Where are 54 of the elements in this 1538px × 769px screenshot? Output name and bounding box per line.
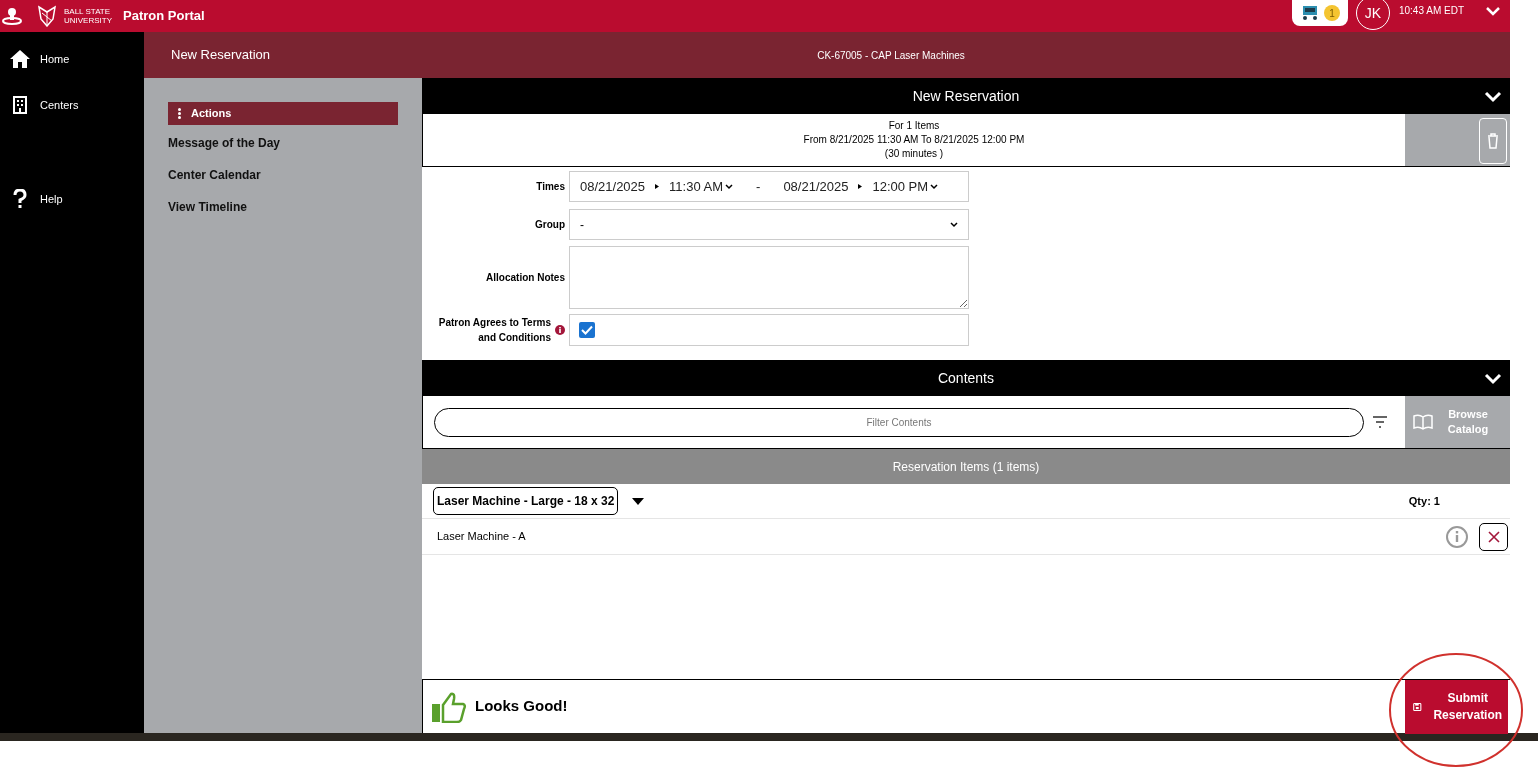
portal-title: Patron Portal — [123, 7, 205, 26]
collapse-icon[interactable] — [1484, 91, 1502, 103]
university-name: BALL STATE UNIVERSITY — [64, 7, 113, 25]
nav-link[interactable]: Help — [40, 190, 63, 208]
time-text: 10:43 AM EDT — [1398, 3, 1464, 18]
center-name: CK-67005 - CAP Laser Machines — [816, 48, 966, 63]
nav-link[interactable]: Home — [40, 50, 70, 68]
info-icon[interactable] — [1446, 525, 1468, 548]
page-title: New Reservation — [171, 46, 271, 65]
close-icon — [1487, 530, 1500, 543]
action-link[interactable]: Center Calendar — [168, 166, 398, 189]
help-icon — [13, 189, 27, 209]
more-icon — [178, 108, 181, 119]
chevron-down-icon[interactable] — [725, 183, 734, 190]
actions-title: Actions — [191, 106, 232, 122]
group-select[interactable]: - — [569, 209, 969, 240]
book-icon — [1413, 414, 1433, 430]
save-icon — [1413, 700, 1422, 713]
submit-reservation-button[interactable]: Submit Reservation — [1405, 679, 1508, 734]
quantity-text: Qty: 1 — [1408, 493, 1440, 509]
cart-count-badge: 1 — [1323, 5, 1340, 21]
field-label: Allocation Notes — [485, 271, 566, 285]
filter-icon[interactable] — [1372, 415, 1388, 429]
triangle-right-icon — [655, 184, 660, 189]
item-name: Laser Machine - A — [437, 529, 527, 545]
times-field[interactable]: 08/21/2025 11:30 AM - 08/21/2025 12:00 PM — [569, 171, 969, 202]
chevron-down-icon[interactable] — [930, 183, 939, 190]
filter-field[interactable]: Filter Contents — [434, 407, 1364, 437]
info-icon — [555, 325, 565, 335]
remove-button[interactable] — [1479, 522, 1508, 551]
cart-button[interactable]: 1 — [1291, 0, 1348, 26]
action-link[interactable]: View Timeline — [168, 198, 398, 221]
collapse-icon[interactable] — [1484, 373, 1502, 385]
terms-checkbox[interactable] — [579, 322, 595, 338]
thumbs-up-icon — [431, 690, 467, 723]
map-pin-icon — [2, 7, 22, 25]
trash-icon — [1487, 133, 1499, 149]
shield-logo-icon — [36, 5, 58, 27]
field-label: Group — [534, 218, 566, 232]
contents-header: Contents — [422, 360, 1510, 396]
status-text: Looks Good! — [475, 696, 568, 717]
reservation-header: New Reservation — [422, 78, 1510, 114]
items-header: Reservation Items (1 items) — [422, 449, 1510, 484]
home-icon — [9, 49, 31, 69]
dropdown-caret-icon[interactable] — [632, 497, 645, 505]
item-group-select[interactable]: Laser Machine - Large - 18 x 32 — [433, 487, 619, 515]
notes-field[interactable] — [569, 246, 969, 309]
field-label: Patron Agrees to Terms and Conditions — [437, 316, 551, 345]
nav-link[interactable]: Centers — [40, 96, 79, 114]
action-link[interactable]: Message of the Day — [168, 134, 398, 157]
triangle-right-icon — [858, 184, 863, 189]
chevron-down-icon[interactable] — [950, 221, 958, 228]
building-icon — [13, 96, 27, 114]
field-label: Times — [535, 180, 566, 194]
